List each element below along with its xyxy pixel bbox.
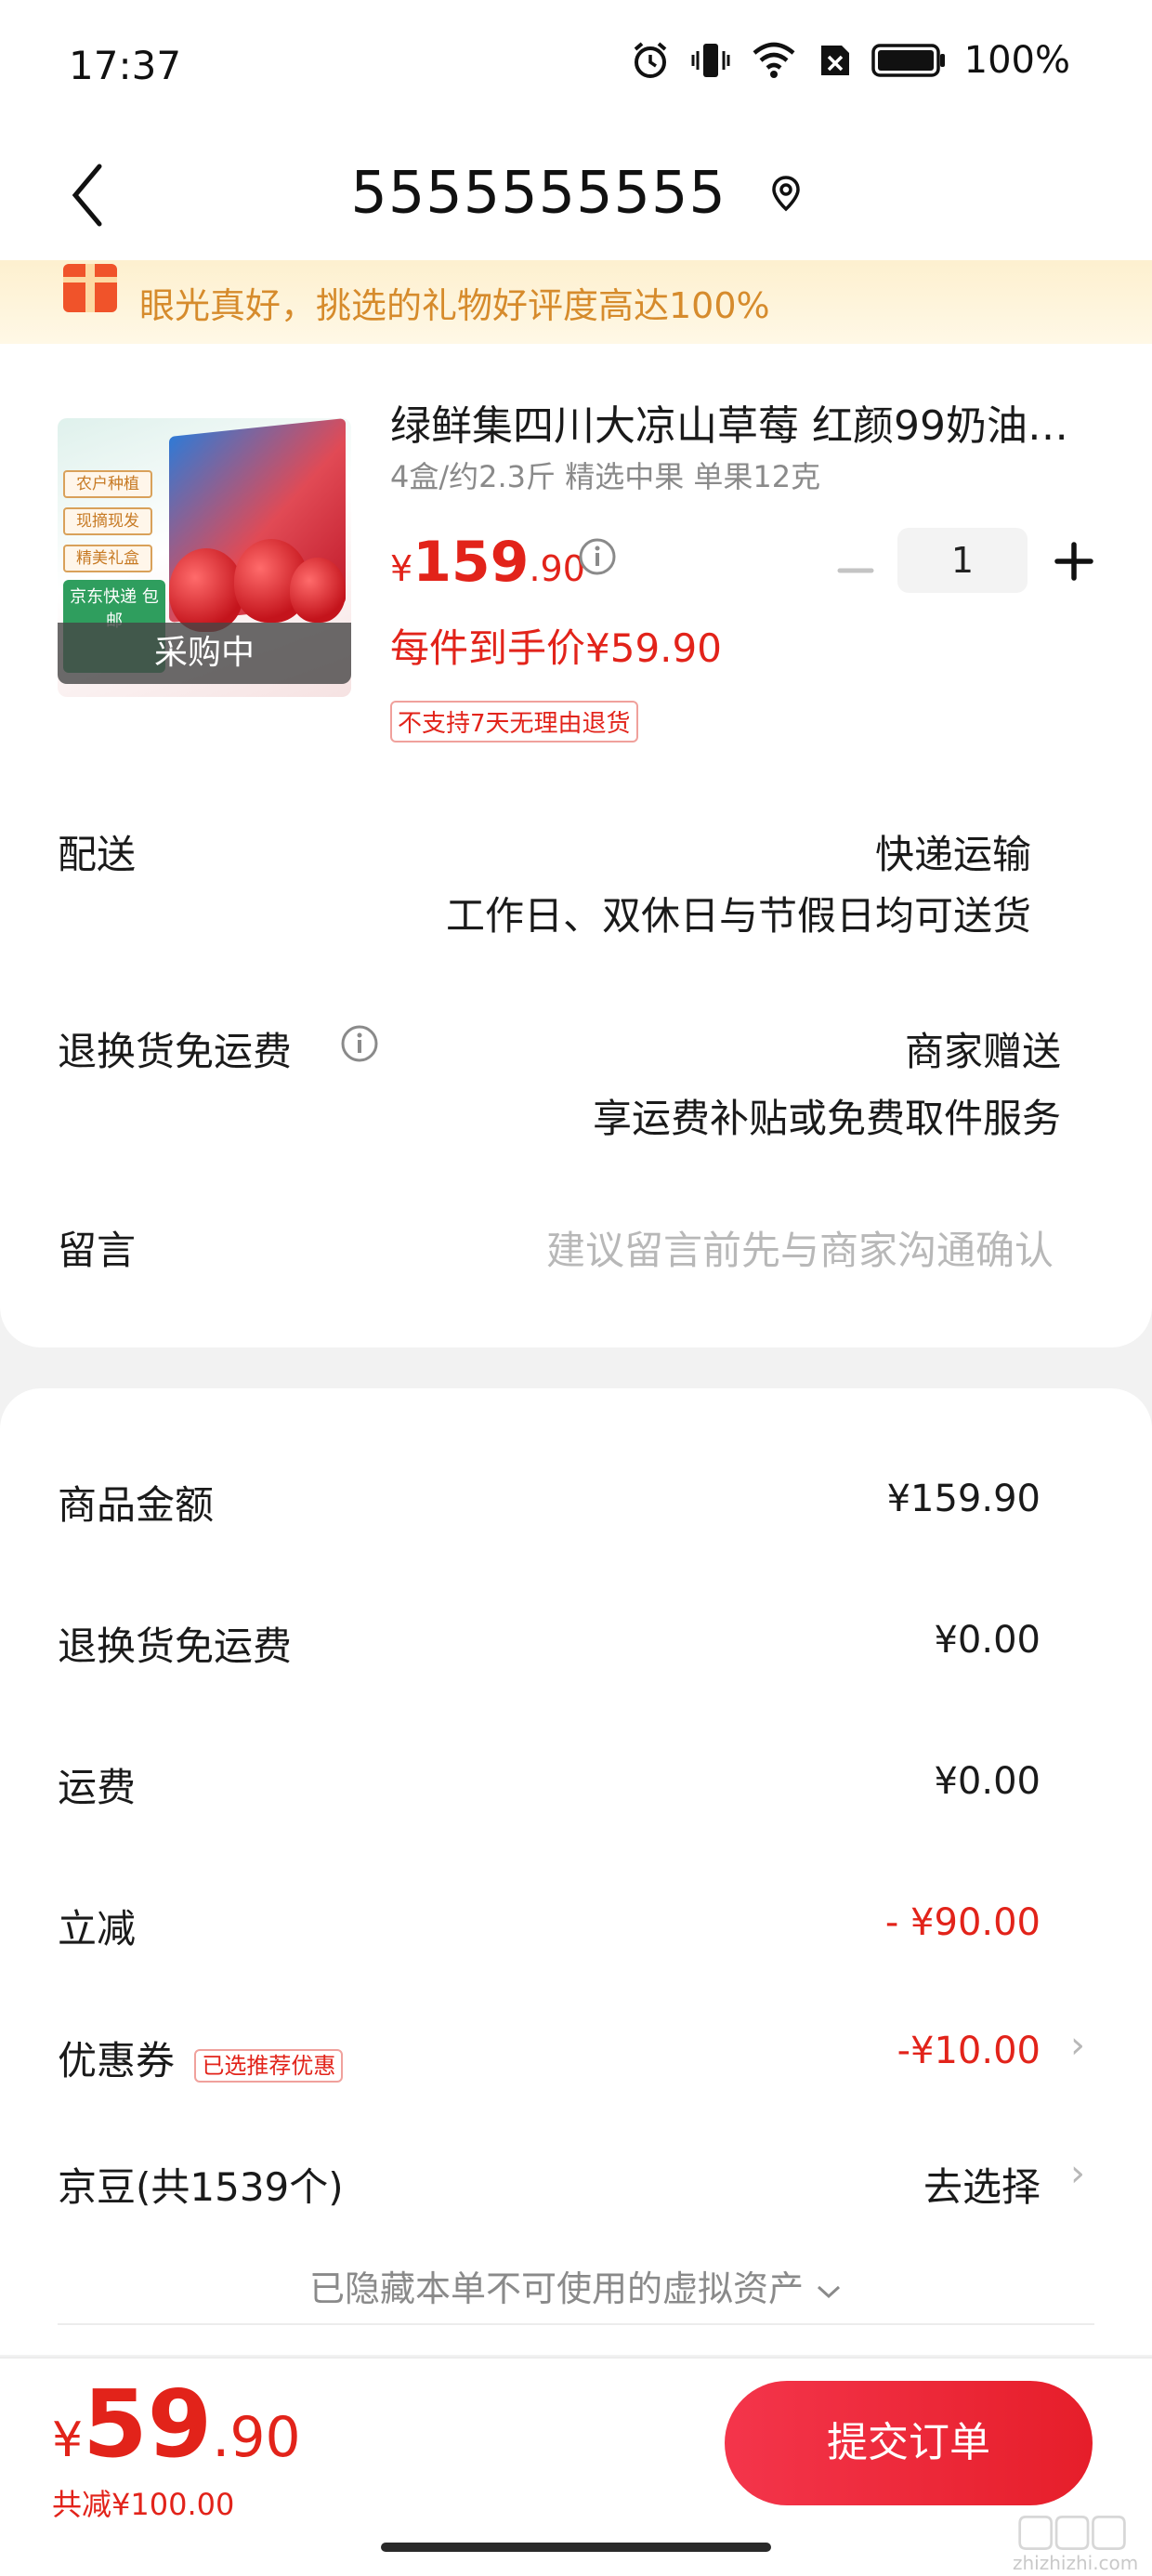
goods-amount-label: 商品金额 — [58, 1482, 215, 1528]
status-icons: 100% — [630, 39, 1070, 82]
plus-icon — [1054, 542, 1093, 581]
nav-bar: 5555555555 — [0, 130, 1152, 260]
price-decimal: .90 — [529, 548, 585, 589]
coupon-tag: 已选推荐优惠 — [194, 2049, 344, 2083]
chevron-left-icon — [72, 164, 102, 227]
vibrate-icon — [689, 40, 732, 81]
jingdou-label: 京豆(共1539个) — [58, 2164, 344, 2210]
image-tag: 精美礼盒 — [63, 545, 152, 572]
battery-icon — [871, 42, 946, 79]
return-shipping-note: 享运费补贴或免费取件服务 — [592, 1096, 1061, 1141]
chevron-down-icon — [815, 2268, 843, 2309]
page-title: 5555555555 — [350, 158, 727, 227]
return-shipping-label: 退换货免运费 — [58, 1029, 293, 1074]
jingdou-select[interactable]: 去选择 — [923, 2156, 1041, 2213]
strawberry-image — [290, 558, 346, 623]
info-icon[interactable] — [578, 537, 617, 580]
info-icon[interactable] — [340, 1024, 379, 1067]
status-time: 17:37 — [69, 43, 182, 88]
gift-icon — [58, 264, 123, 320]
gift-banner: 眼光真好，挑选的礼物好评度高达100% — [0, 260, 1152, 344]
no-return-badge: 不支持7天无理由退货 — [390, 701, 638, 743]
total-currency: ¥ — [52, 2412, 84, 2468]
total-decimal: .90 — [212, 2405, 301, 2470]
total-integer: 59 — [83, 2370, 213, 2478]
image-tag: 现摘现发 — [63, 507, 152, 535]
location-pin-icon[interactable] — [770, 158, 802, 226]
price-integer: 159 — [412, 530, 530, 595]
total-price: ¥59.90 — [52, 2370, 301, 2478]
product-price: ¥159.90 — [390, 530, 585, 595]
back-button[interactable] — [56, 149, 121, 242]
return-fee-value: ¥0.00 — [934, 1619, 1041, 1662]
submit-order-button[interactable]: 提交订单 — [725, 2381, 1093, 2505]
price-currency: ¥ — [390, 548, 413, 589]
chevron-right-icon[interactable]: › — [1070, 2152, 1085, 2195]
image-tag: 农户种植 — [63, 470, 152, 498]
banner-text: 眼光真好，挑选的礼物好评度高达100% — [139, 285, 770, 326]
quantity-plus-button[interactable] — [1048, 535, 1100, 587]
delivery-label: 配送 — [58, 832, 137, 877]
instant-discount-value: - ¥90.00 — [884, 1901, 1041, 1944]
chevron-right-icon[interactable]: › — [1070, 2024, 1085, 2067]
quantity-input[interactable]: 1 — [897, 528, 1028, 593]
quantity-minus-button[interactable] — [832, 543, 879, 598]
purchasing-status: 采购中 — [58, 623, 351, 684]
price-summary-card: 商品金额 ¥159.90 退换货免运费 ¥0.00 运费 ¥0.00 立减 - … — [0, 1388, 1152, 2355]
coupon-value[interactable]: -¥10.00 — [897, 2030, 1041, 2072]
hand-price: 每件到手价¥59.90 — [390, 625, 722, 671]
watermark-text: zhizhizhi.com — [1013, 2552, 1139, 2574]
product-title[interactable]: 绿鲜集四川大凉山草莓 红颜99奶油… — [390, 392, 1096, 452]
alarm-icon — [630, 40, 671, 81]
divider — [58, 2323, 1094, 2325]
return-shipping-value: 商家赠送 — [904, 1029, 1061, 1074]
battery-percent: 100% — [963, 39, 1070, 82]
no-sim-icon — [816, 42, 853, 79]
shipping-label: 运费 — [58, 1765, 137, 1810]
goods-amount-value: ¥159.90 — [886, 1478, 1041, 1520]
wifi-icon — [751, 40, 797, 81]
hidden-assets-text: 已隐藏本单不可使用的虚拟资产 — [308, 2268, 804, 2309]
order-card: 农户种植 现摘现发 精美礼盒 京东快递 包邮 采购中 绿鲜集四川大凉山草莓 红颜… — [0, 344, 1152, 1347]
minus-icon — [837, 568, 874, 573]
message-input[interactable]: 建议留言前先与商家沟通确认 — [546, 1219, 1054, 1276]
delivery-method[interactable]: 快递运输 — [875, 823, 1031, 880]
total-reduce: 共减¥100.00 — [52, 2487, 235, 2522]
hidden-assets-toggle[interactable]: 已隐藏本单不可使用的虚拟资产 — [0, 2260, 1152, 2311]
instant-discount-label: 立减 — [58, 1906, 137, 1952]
return-fee-label: 退换货免运费 — [58, 1623, 293, 1669]
delivery-note[interactable]: 工作日、双休日与节假日均可送货 — [446, 885, 1031, 941]
message-label: 留言 — [58, 1228, 137, 1273]
home-indicator[interactable] — [381, 2543, 771, 2552]
shipping-value: ¥0.00 — [934, 1760, 1041, 1803]
status-bar: 17:37 100% — [0, 0, 1152, 130]
coupon-label: 优惠券 — [58, 2038, 176, 2083]
watermark-logo: ▢▢▢ — [1015, 2504, 1130, 2556]
strawberry-image — [169, 548, 243, 632]
product-spec: 4盒/约2.3斤 精选中果 单果12克 — [390, 459, 821, 494]
coupon-row[interactable]: 优惠券 已选推荐优惠 — [58, 2030, 344, 2086]
page-title-row[interactable]: 5555555555 — [0, 154, 1152, 226]
